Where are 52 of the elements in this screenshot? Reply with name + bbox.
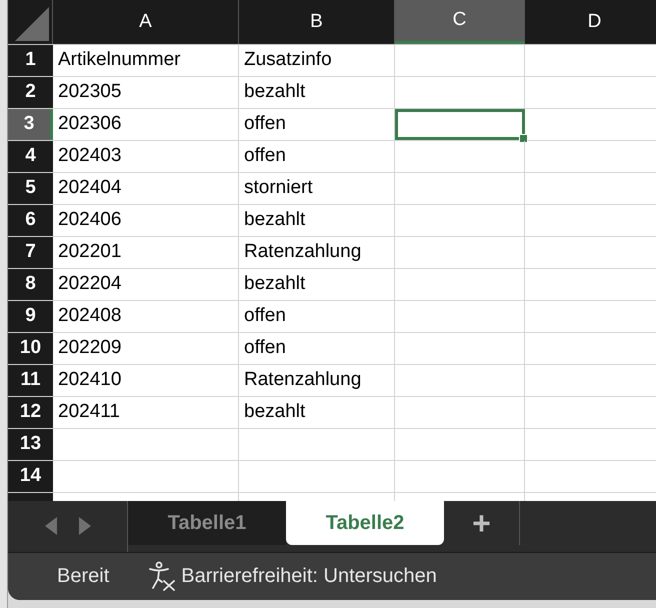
table-cell[interactable]: 202305 — [53, 77, 239, 108]
row-header[interactable]: 12 — [8, 397, 53, 428]
table-cell[interactable]: offen — [239, 333, 395, 364]
sheet-tab[interactable]: Tabelle1 — [128, 501, 286, 546]
row-header[interactable]: 13 — [8, 429, 53, 460]
column-header[interactable]: A — [53, 0, 239, 44]
row-header[interactable]: 7 — [8, 237, 53, 268]
column-header[interactable]: D — [525, 0, 656, 44]
table-cell[interactable]: bezahlt — [239, 397, 395, 428]
row-header[interactable]: 1 — [8, 45, 53, 76]
scroll-right-icon[interactable] — [78, 517, 90, 536]
status-text: Bereit — [57, 564, 110, 590]
column-header[interactable]: C — [395, 0, 525, 44]
table-cell[interactable]: bezahlt — [239, 269, 395, 300]
row-header[interactable]: 6 — [8, 205, 53, 236]
active-cell[interactable] — [395, 109, 525, 140]
table-cell[interactable]: Ratenzahlung — [239, 237, 395, 268]
table-cell[interactable]: 202411 — [53, 397, 239, 428]
table-cell[interactable]: 202306 — [53, 109, 239, 140]
row-header[interactable]: 11 — [8, 365, 53, 396]
table-cell[interactable]: offen — [239, 141, 395, 172]
row-header[interactable]: 10 — [8, 333, 53, 364]
table-cell[interactable]: Zusatzinfo — [239, 45, 395, 76]
corner-triangle-icon — [15, 7, 49, 41]
table-cell[interactable]: Artikelnummer — [53, 45, 239, 76]
add-sheet-button[interactable]: + — [444, 501, 520, 546]
table-cell[interactable]: bezahlt — [239, 205, 395, 236]
row-header[interactable]: 9 — [8, 301, 53, 332]
table-cell[interactable]: 202410 — [53, 365, 239, 396]
table-cell[interactable]: offen — [239, 109, 395, 140]
row-header[interactable]: 8 — [8, 269, 53, 300]
table-cell[interactable]: 202403 — [53, 141, 239, 172]
row-header[interactable]: 5 — [8, 173, 53, 204]
fill-handle[interactable] — [519, 134, 528, 143]
sheet-tab[interactable]: Tabelle2 — [286, 501, 444, 546]
row-header[interactable]: 3 — [8, 109, 53, 140]
row-header[interactable]: 14 — [8, 461, 53, 492]
table-cell[interactable]: 202406 — [53, 205, 239, 236]
table-cell[interactable]: 202209 — [53, 333, 239, 364]
table-cell[interactable]: 202408 — [53, 301, 239, 332]
accessibility-button[interactable]: Barrierefreiheit: Untersuchen — [147, 561, 437, 592]
table-cell[interactable]: 202201 — [53, 237, 239, 268]
table-cell[interactable]: bezahlt — [239, 77, 395, 108]
scroll-left-icon[interactable] — [44, 517, 56, 536]
table-cell[interactable]: 202404 — [53, 173, 239, 204]
table-cell[interactable]: storniert — [239, 173, 395, 204]
table-cell[interactable]: Ratenzahlung — [239, 365, 395, 396]
table-cell[interactable]: offen — [239, 301, 395, 332]
table-cell[interactable]: 202204 — [53, 269, 239, 300]
row-header[interactable]: 4 — [8, 141, 53, 172]
accessibility-person-icon — [147, 561, 178, 592]
row-header[interactable]: 2 — [8, 77, 53, 108]
